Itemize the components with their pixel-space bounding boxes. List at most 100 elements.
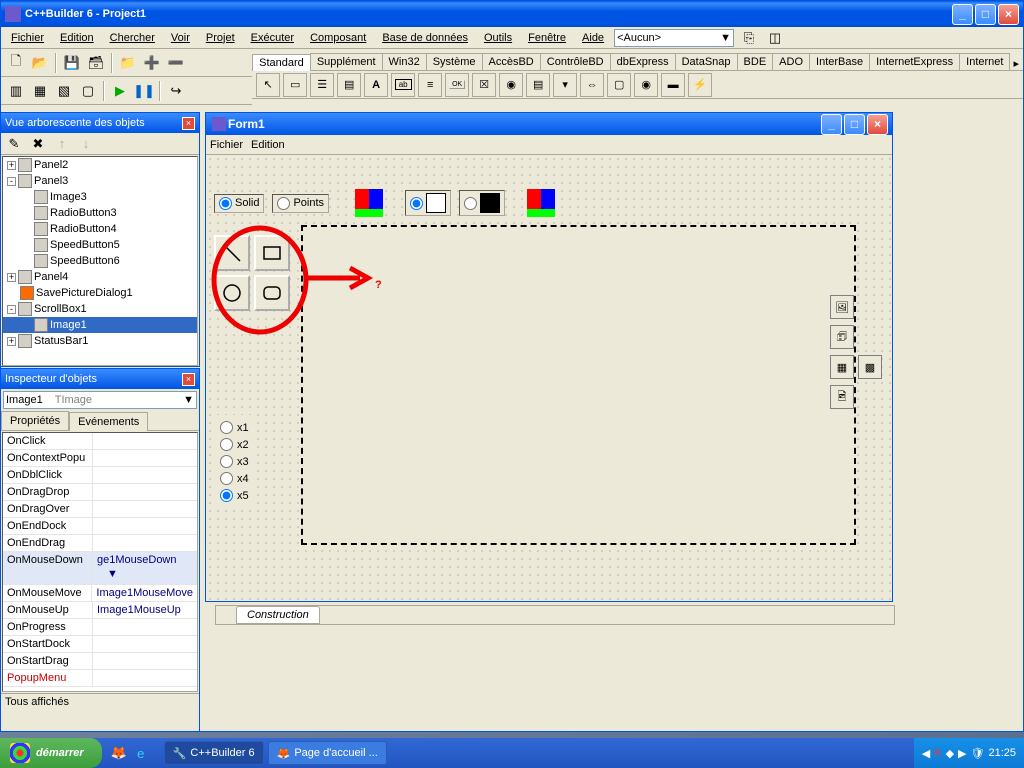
tree-node[interactable]: RadioButton4 [3,221,197,237]
menu-fichier[interactable]: Fichier [5,30,50,46]
tree-node[interactable]: RadioButton3 [3,205,197,221]
radio-icon[interactable]: ◉ [499,73,523,97]
tray-icon[interactable]: K [934,747,941,759]
palette-tab[interactable]: dbExpress [610,53,676,70]
groupbox-icon[interactable]: ▢ [607,73,631,97]
tab-properties[interactable]: Propriétés [1,411,69,430]
menu-outils[interactable]: Outils [478,30,518,46]
quicklaunch-ie-icon[interactable]: e [130,742,152,764]
minimize-button[interactable]: _ [821,114,842,135]
tree-node[interactable]: SpeedButton6 [3,253,197,269]
tree-node[interactable]: -ScrollBox1 [3,301,197,317]
close-icon[interactable]: × [182,373,195,386]
form-menu-fichier[interactable]: Fichier [210,139,243,151]
menu-fenetre[interactable]: Fenêtre [522,30,572,46]
close-icon[interactable]: × [182,117,195,130]
inspector-row[interactable]: OnStartDock [3,636,197,653]
step-button[interactable]: ↪ [165,80,187,102]
form-body[interactable]: Solid Points x1 x2 x3 x4 x5 🖼 🗊 [206,155,892,600]
menu-voir[interactable]: Voir [165,30,196,46]
palette-tab[interactable]: Supplément [310,53,383,70]
quicklaunch-firefox-icon[interactable]: 🦊 [108,742,130,764]
tree-new-icon[interactable]: ✎ [3,133,25,155]
rect-tool-button[interactable] [254,235,290,271]
tree-node[interactable]: Image3 [3,189,197,205]
project-combo[interactable]: <Aucun>▼ [614,29,734,47]
palette-tab[interactable]: AccèsBD [482,53,541,70]
palette-tab[interactable]: InternetExpress [869,53,960,70]
new-button[interactable]: 🗋 [5,52,27,74]
radio-solid[interactable]: Solid [214,194,264,213]
inspector-object-combo[interactable]: Image1 TImage▼ [3,391,197,409]
frame-icon[interactable]: ▭ [283,73,307,97]
tree-node[interactable]: -Panel3 [3,173,197,189]
cursor-icon[interactable]: ↖ [256,73,280,97]
inspector-row[interactable]: OnContextPopu [3,450,197,467]
zoom-x1[interactable]: x1 [218,419,251,436]
roundrect-tool-button[interactable] [254,275,290,311]
palette-tab[interactable]: ContrôleBD [540,53,611,70]
popupmenu-icon[interactable]: ▤ [337,73,361,97]
menu-aide[interactable]: Aide [576,30,610,46]
zoom-x5[interactable]: x5 [218,487,251,504]
tray-icon[interactable]: 🛡 [971,747,985,760]
inspector-row[interactable]: OnStartDrag [3,653,197,670]
tab-events[interactable]: Evénements [69,412,148,431]
tree-node[interactable]: +Panel4 [3,269,197,285]
panel-title[interactable]: Inspecteur d'objets × [1,369,199,389]
close-button[interactable]: × [867,114,888,135]
minimize-button[interactable]: _ [952,4,973,25]
toggle-button[interactable]: ▧ [53,80,75,102]
button-icon[interactable]: OK [445,73,469,97]
side-btn-5[interactable]: 🖻 [830,385,854,409]
tree-node[interactable]: +Panel2 [3,157,197,173]
tree-down-icon[interactable]: ↓ [75,133,97,155]
form-titlebar[interactable]: Form1 _ □ × [206,113,892,135]
menu-composant[interactable]: Composant [304,30,372,46]
inspector-row[interactable]: OnMouseDownge1MouseDown ▼ [3,552,197,585]
save-button[interactable]: 💾 [61,52,83,74]
inspector-row[interactable]: OnProgress [3,619,197,636]
maximize-button[interactable]: □ [975,4,996,25]
tree-node[interactable]: +StatusBar1 [3,333,197,349]
inspector-row[interactable]: OnDblClick [3,467,197,484]
clock[interactable]: 21:25 [988,747,1016,759]
toolbar-icon[interactable]: ◫ [764,27,786,49]
palette-tab-standard[interactable]: Standard [252,54,311,71]
listbox-icon[interactable]: ▤ [526,73,550,97]
radio-color-white[interactable] [405,190,451,216]
side-btn-1[interactable]: 🖼 [830,295,854,319]
palette-tab[interactable]: DataSnap [675,53,738,70]
radiogroup-icon[interactable]: ◉ [634,73,658,97]
color-swatch-rgb[interactable] [355,189,383,217]
palette-tab[interactable]: Système [426,53,483,70]
system-tray[interactable]: ◀ K ◆ ▶ 🛡 21:25 [914,738,1024,768]
tree-node[interactable]: SpeedButton5 [3,237,197,253]
tray-icon[interactable]: ◆ [946,747,954,760]
palette-tab[interactable]: Win32 [382,53,427,70]
label-icon[interactable]: A [364,73,388,97]
zoom-x3[interactable]: x3 [218,453,251,470]
tray-icon[interactable]: ▶ [958,747,966,760]
inspector-row[interactable]: OnEndDock [3,518,197,535]
form-menu-edition[interactable]: Edition [251,139,285,151]
open-project-button[interactable]: 📁 [117,52,139,74]
edit-icon[interactable]: ab [391,73,415,97]
new-form-button[interactable]: ▢ [77,80,99,102]
inspector-row[interactable]: OnDragOver [3,501,197,518]
combobox-icon[interactable]: ▾ [553,73,577,97]
inspector-row[interactable]: OnClick [3,433,197,450]
inspector-row[interactable]: OnDragDrop [3,484,197,501]
menu-projet[interactable]: Projet [200,30,241,46]
mainmenu-icon[interactable]: ☰ [310,73,334,97]
tree-view[interactable]: +Panel2-Panel3Image3RadioButton3RadioBut… [2,156,198,366]
code-tab-construction[interactable]: Construction [236,606,320,624]
zoom-x2[interactable]: x2 [218,436,251,453]
radio-points[interactable]: Points [272,194,329,213]
actionlist-icon[interactable]: ⚡ [688,73,712,97]
tree-del-icon[interactable]: ✖ [27,133,49,155]
close-button[interactable]: × [998,4,1019,25]
pause-button[interactable]: ❚❚ [133,80,155,102]
circle-tool-button[interactable] [214,275,250,311]
menu-bdd[interactable]: Base de données [376,30,474,46]
